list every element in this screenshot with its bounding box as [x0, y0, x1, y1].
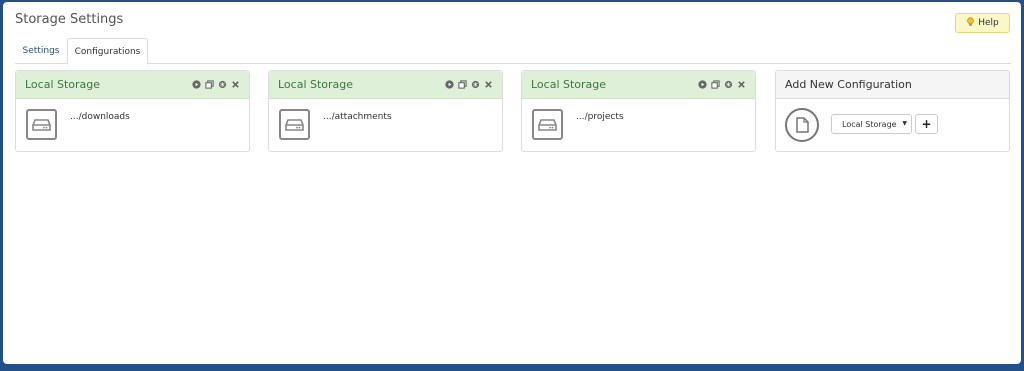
- add-configuration-card: Add New Configuration Local Storage ▼ +: [775, 70, 1010, 152]
- file-icon: [785, 108, 819, 142]
- close-icon[interactable]: [737, 80, 746, 89]
- play-icon[interactable]: [192, 80, 201, 89]
- hard-drive-icon: [279, 109, 310, 140]
- gear-icon[interactable]: [218, 80, 227, 89]
- config-card-header: Local Storage: [522, 71, 755, 99]
- config-card-title: Local Storage: [531, 78, 607, 91]
- close-icon[interactable]: [231, 80, 240, 89]
- close-icon[interactable]: [484, 80, 493, 89]
- add-configuration-header: Add New Configuration: [776, 71, 1009, 99]
- config-card-tools: [698, 80, 746, 89]
- lightbulb-icon: [966, 16, 975, 30]
- gear-icon[interactable]: [471, 80, 480, 89]
- config-path: .../downloads: [70, 112, 130, 122]
- storage-type-value: Local Storage: [842, 119, 897, 129]
- storage-settings-window: Storage Settings Help Settings Configura…: [3, 2, 1021, 364]
- play-icon[interactable]: [445, 80, 454, 89]
- help-button[interactable]: Help: [955, 13, 1010, 33]
- gear-icon[interactable]: [724, 80, 733, 89]
- copy-icon[interactable]: [458, 80, 467, 89]
- play-icon[interactable]: [698, 80, 707, 89]
- config-card-header: Local Storage: [16, 71, 249, 99]
- tab-settings[interactable]: Settings: [15, 38, 67, 64]
- add-configuration-title: Add New Configuration: [785, 78, 912, 91]
- copy-icon[interactable]: [711, 80, 720, 89]
- config-card-title: Local Storage: [278, 78, 354, 91]
- hard-drive-icon: [26, 109, 57, 140]
- copy-icon[interactable]: [205, 80, 214, 89]
- config-card-tools: [192, 80, 240, 89]
- help-label: Help: [978, 18, 999, 28]
- tab-bar: Settings Configurations: [15, 38, 1011, 65]
- hard-drive-icon: [532, 109, 563, 140]
- config-path: .../projects: [576, 112, 624, 122]
- config-card: Local Storage .../projects: [521, 70, 756, 152]
- config-card: Local Storage .../attachments: [268, 70, 503, 152]
- storage-type-select[interactable]: Local Storage ▼: [831, 114, 912, 134]
- config-card-tools: [445, 80, 493, 89]
- config-card-header: Local Storage: [269, 71, 502, 99]
- tab-configurations[interactable]: Configurations: [67, 38, 148, 65]
- config-path: .../attachments: [323, 112, 392, 122]
- add-configuration-button[interactable]: +: [915, 114, 938, 134]
- config-card-title: Local Storage: [25, 78, 101, 91]
- page-title: Storage Settings: [15, 12, 124, 27]
- config-card: Local Storage .../downloads: [15, 70, 250, 152]
- caret-down-icon: ▼: [902, 120, 907, 127]
